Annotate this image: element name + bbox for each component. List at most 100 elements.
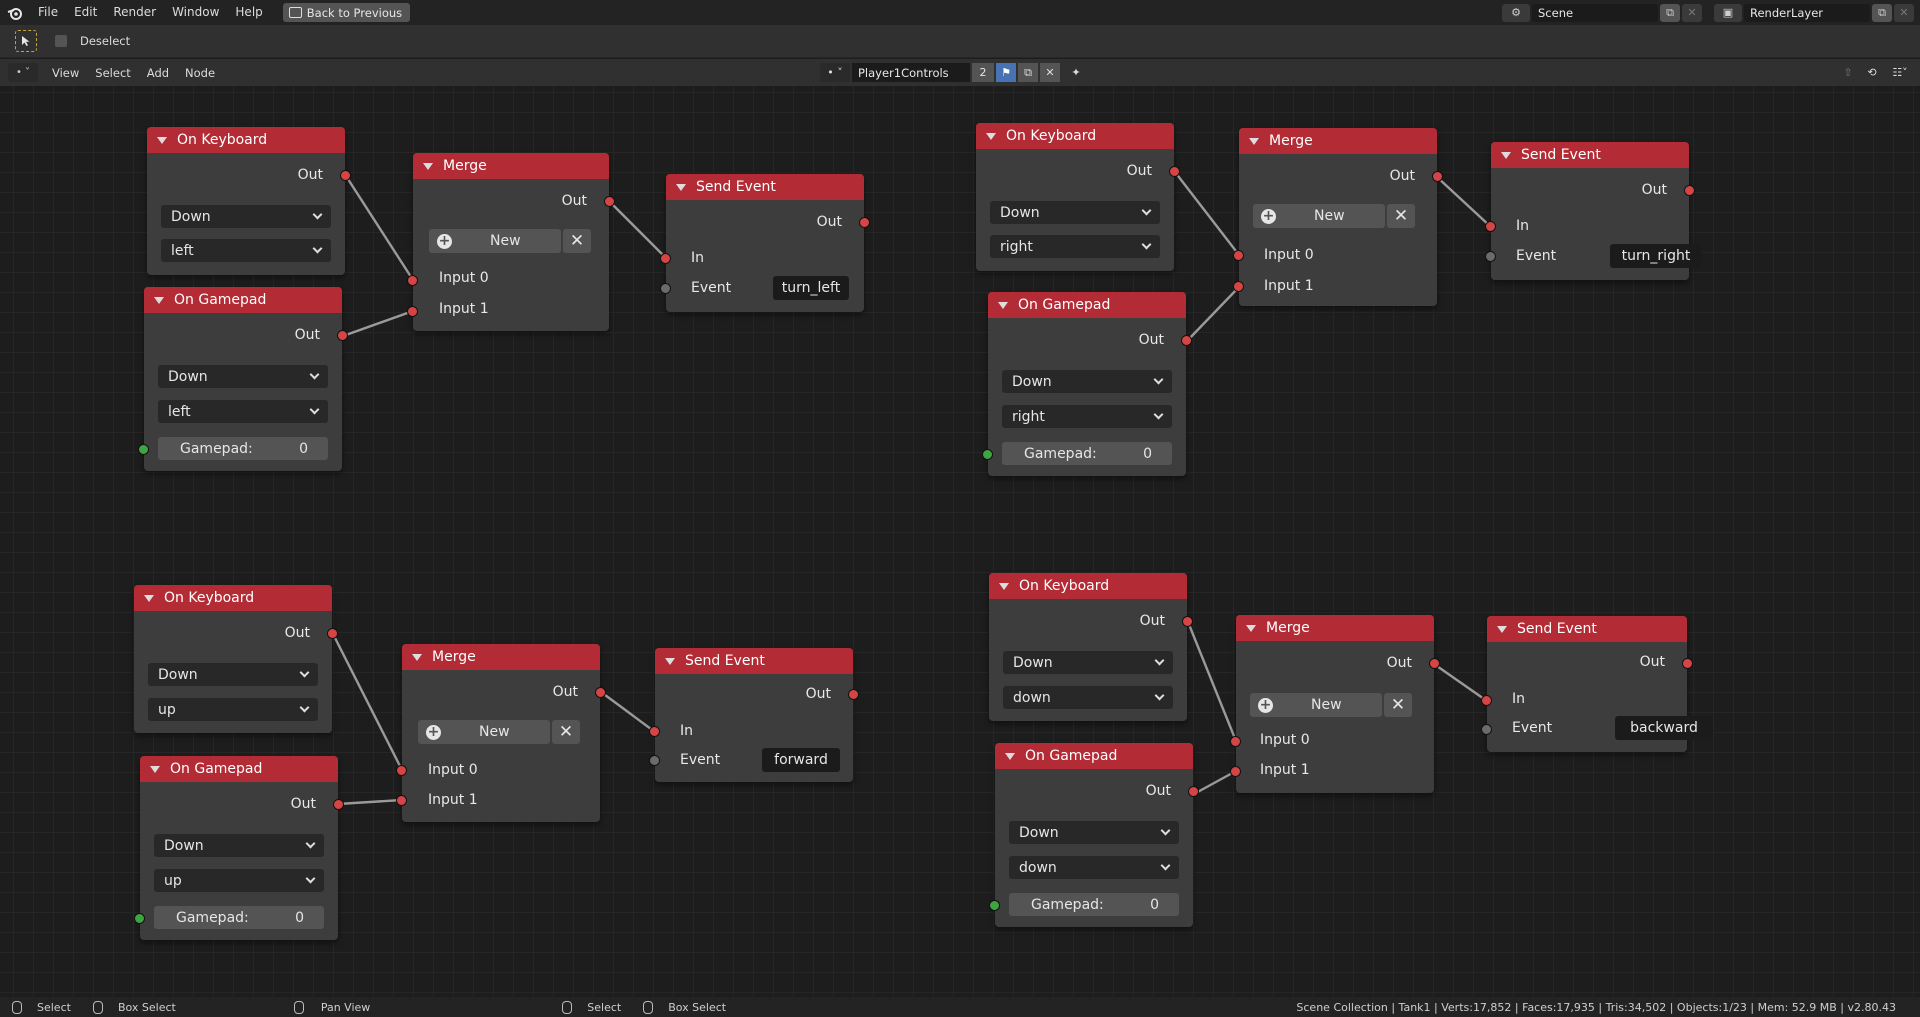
- send-event-node[interactable]: Send Event Out In Event backward: [1481, 616, 1713, 752]
- button-dropdown[interactable]: down: [1009, 856, 1179, 879]
- remove-input-icon[interactable]: ✕: [1387, 204, 1415, 228]
- delete-view-layer-icon[interactable]: ✕: [1894, 3, 1914, 22]
- gamepad-index-field[interactable]: Gamepad: 0: [1009, 893, 1179, 916]
- collapse-icon[interactable]: [1005, 752, 1015, 760]
- gamepad-socket[interactable]: [134, 913, 145, 924]
- in-socket[interactable]: [649, 726, 660, 737]
- scene-name-field[interactable]: Scene: [1532, 3, 1658, 22]
- input-0-socket[interactable]: [396, 765, 407, 776]
- event-socket[interactable]: [1481, 724, 1492, 735]
- node-header[interactable]: On Gamepad: [995, 743, 1193, 769]
- gamepad-index-field[interactable]: Gamepad: 0: [154, 906, 324, 929]
- key-state-dropdown[interactable]: Down: [1003, 651, 1173, 674]
- menu-add[interactable]: Add: [139, 66, 177, 80]
- select-tool-icon[interactable]: [15, 30, 37, 52]
- event-socket[interactable]: [649, 755, 660, 766]
- on-keyboard-node[interactable]: On Keyboard Out Down left: [147, 127, 351, 275]
- out-socket[interactable]: [337, 330, 348, 341]
- gamepad-socket[interactable]: [138, 444, 149, 455]
- gamepad-socket[interactable]: [989, 900, 1000, 911]
- send-event-node[interactable]: Send Event Out In Event forward: [649, 648, 859, 782]
- out-socket[interactable]: [1429, 658, 1440, 669]
- node-header[interactable]: On Keyboard: [134, 585, 332, 611]
- out-socket[interactable]: [1684, 185, 1695, 196]
- new-input-button[interactable]: + New: [1253, 204, 1385, 228]
- on-keyboard-node[interactable]: On Keyboard Out Down right: [976, 123, 1180, 271]
- input-1-socket[interactable]: [1230, 766, 1241, 777]
- node-header[interactable]: Send Event: [1487, 616, 1687, 642]
- collapse-icon[interactable]: [998, 301, 1008, 309]
- out-socket[interactable]: [1182, 616, 1193, 627]
- new-scene-icon[interactable]: ⧉: [1660, 3, 1680, 22]
- send-event-node[interactable]: Send Event Out In Event turn_left: [660, 174, 870, 312]
- blender-logo-icon[interactable]: [0, 0, 30, 25]
- out-socket[interactable]: [1181, 335, 1192, 346]
- input-0-socket[interactable]: [1233, 250, 1244, 261]
- merge-node[interactable]: Merge Out + New ✕ Input 0 Input 1: [407, 153, 615, 331]
- out-socket[interactable]: [1682, 658, 1693, 669]
- on-gamepad-node[interactable]: On Gamepad Out Down down Gamepad: 0: [989, 743, 1199, 927]
- deselect-checkbox[interactable]: [55, 35, 67, 47]
- collapse-icon[interactable]: [423, 162, 433, 170]
- key-state-dropdown[interactable]: Down: [1009, 821, 1179, 844]
- button-dropdown[interactable]: left: [158, 400, 328, 423]
- node-tree-users-count[interactable]: 2: [972, 63, 994, 82]
- event-socket[interactable]: [1485, 251, 1496, 262]
- node-tree-name-field[interactable]: Player1Controls: [852, 63, 970, 82]
- button-dropdown[interactable]: right: [1002, 405, 1172, 428]
- collapse-icon[interactable]: [1501, 151, 1511, 159]
- key-state-dropdown[interactable]: Down: [158, 365, 328, 388]
- menu-node[interactable]: Node: [177, 66, 223, 80]
- node-header[interactable]: Merge: [402, 644, 600, 670]
- node-header[interactable]: Send Event: [655, 648, 853, 674]
- merge-node[interactable]: Merge Out + New ✕ Input 0 Input 1: [1233, 128, 1443, 306]
- collapse-icon[interactable]: [157, 136, 167, 144]
- out-socket[interactable]: [333, 799, 344, 810]
- collapse-icon[interactable]: [1246, 624, 1256, 632]
- scene-selector-icon[interactable]: ⚙: [1502, 3, 1530, 22]
- event-name-field[interactable]: turn_right: [1610, 244, 1702, 268]
- gamepad-index-field[interactable]: Gamepad: 0: [1002, 442, 1172, 465]
- delete-scene-icon[interactable]: ✕: [1682, 3, 1702, 22]
- on-gamepad-node[interactable]: On Gamepad Out Down up Gamepad: 0: [134, 756, 344, 940]
- gamepad-socket[interactable]: [982, 449, 993, 460]
- menu-help[interactable]: Help: [227, 0, 270, 25]
- collapse-icon[interactable]: [665, 657, 675, 665]
- input-1-socket[interactable]: [1233, 281, 1244, 292]
- out-socket[interactable]: [340, 170, 351, 181]
- on-keyboard-node[interactable]: On Keyboard Out Down up: [134, 585, 338, 733]
- remove-input-icon[interactable]: ✕: [563, 229, 591, 253]
- on-gamepad-node[interactable]: On Gamepad Out Down right Gamepad: 0: [982, 292, 1192, 476]
- button-dropdown[interactable]: up: [154, 869, 324, 892]
- merge-node[interactable]: Merge Out + New ✕ Input 0 Input 1: [1230, 615, 1440, 793]
- node-header[interactable]: On Gamepad: [988, 292, 1186, 318]
- node-header[interactable]: Merge: [1236, 615, 1434, 641]
- key-state-dropdown[interactable]: Down: [148, 663, 318, 686]
- out-socket[interactable]: [1169, 166, 1180, 177]
- collapse-icon[interactable]: [999, 582, 1009, 590]
- key-state-dropdown[interactable]: Down: [161, 205, 331, 228]
- view-layer-field[interactable]: RenderLayer: [1744, 3, 1870, 22]
- input-1-socket[interactable]: [407, 306, 418, 317]
- send-event-node[interactable]: Send Event Out In Event turn_right: [1485, 142, 1702, 280]
- collapse-icon[interactable]: [144, 594, 154, 602]
- new-input-button[interactable]: + New: [429, 229, 561, 253]
- node-tree-browse-icon[interactable]: • ˅: [820, 63, 850, 82]
- input-0-socket[interactable]: [1230, 736, 1241, 747]
- out-socket[interactable]: [595, 687, 606, 698]
- out-socket[interactable]: [604, 196, 615, 207]
- menu-select[interactable]: Select: [87, 66, 138, 80]
- node-header[interactable]: On Keyboard: [989, 573, 1187, 599]
- key-state-dropdown[interactable]: Down: [154, 834, 324, 857]
- new-view-layer-icon[interactable]: ⧉: [1872, 3, 1892, 22]
- key-dropdown[interactable]: down: [1003, 686, 1173, 709]
- key-dropdown[interactable]: left: [161, 239, 331, 262]
- out-socket[interactable]: [327, 628, 338, 639]
- node-header[interactable]: Merge: [1239, 128, 1437, 154]
- parent-tree-icon[interactable]: ⇧: [1838, 63, 1858, 82]
- collapse-icon[interactable]: [676, 183, 686, 191]
- collapse-icon[interactable]: [150, 765, 160, 773]
- new-input-button[interactable]: + New: [418, 720, 550, 744]
- event-name-field[interactable]: turn_left: [773, 276, 849, 300]
- input-0-socket[interactable]: [407, 275, 418, 286]
